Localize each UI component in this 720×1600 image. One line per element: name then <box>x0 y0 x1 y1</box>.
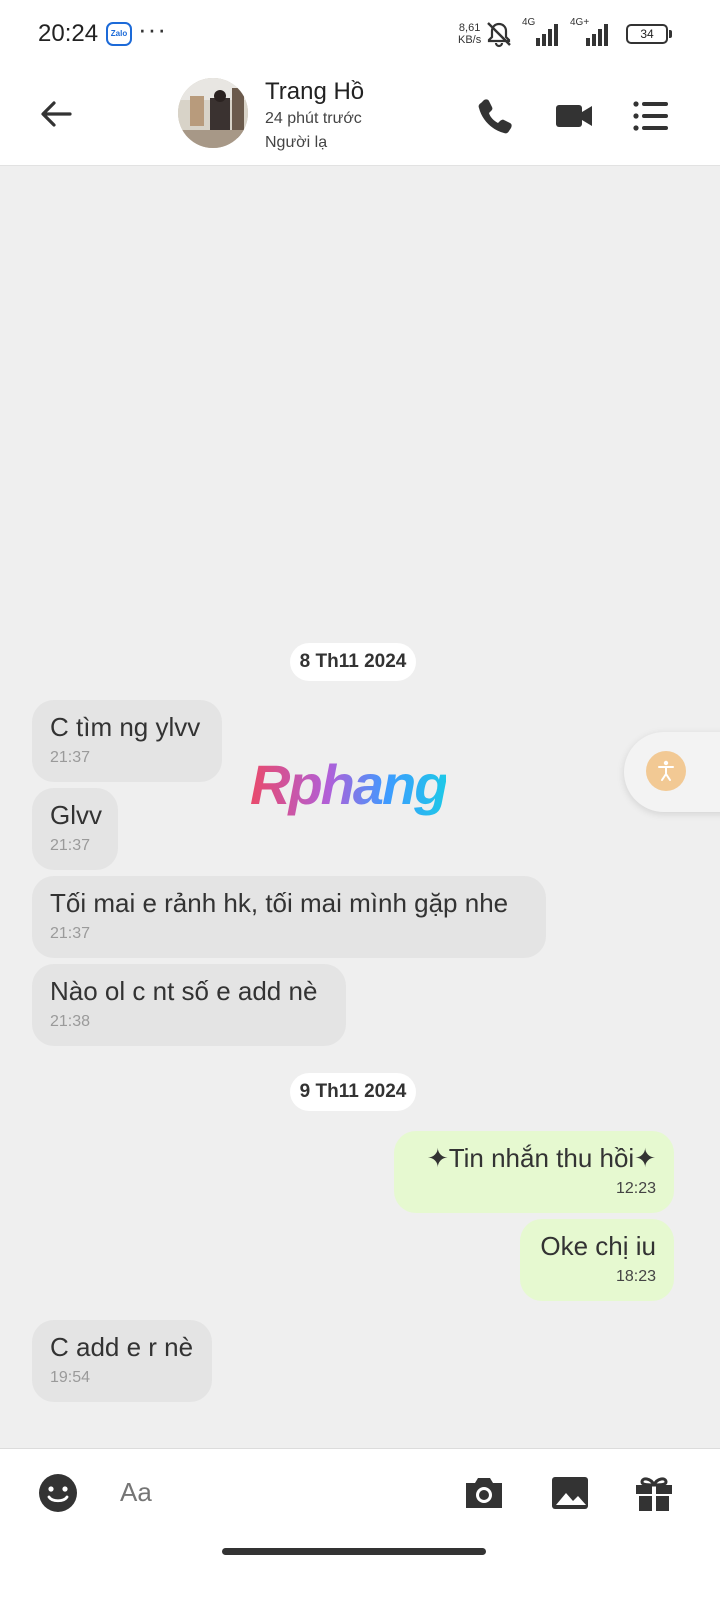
message-outgoing-recalled[interactable]: ✦Tin nhắn thu hồi✦ 12:23 <box>394 1131 674 1213</box>
video-call-icon[interactable] <box>552 94 596 138</box>
options-menu-icon[interactable] <box>628 94 672 138</box>
message-time: 12:23 <box>615 1180 656 1197</box>
zalo-app-icon: Zalo <box>106 22 132 46</box>
message-composer <box>0 1448 720 1600</box>
battery-icon: 34 <box>626 24 668 44</box>
message-time: 21:37 <box>50 749 91 766</box>
message-incoming[interactable]: Glvv 21:37 <box>32 788 118 870</box>
message-input[interactable] <box>120 1477 420 1508</box>
gift-icon[interactable] <box>632 1471 676 1515</box>
back-arrow-icon[interactable] <box>36 94 76 134</box>
last-seen: 24 phút trước <box>265 110 362 127</box>
message-text: Oke chị iu <box>540 1231 656 1261</box>
signal-sim2-icon: 4G+ <box>570 17 614 48</box>
signal-sim1-icon: 4G <box>522 17 562 48</box>
message-text: ✦Tin nhắn thu hồi✦ <box>426 1143 656 1173</box>
status-time: 20:24 <box>38 20 99 47</box>
message-time: 21:37 <box>50 925 91 942</box>
emoji-icon[interactable] <box>36 1471 80 1515</box>
watermark-logo: Rphang <box>250 753 448 816</box>
chat-header: Trang Hồ 24 phút trước Người lạ <box>0 66 720 166</box>
home-indicator[interactable] <box>222 1548 486 1555</box>
date-separator: 8 Th11 2024 <box>290 643 416 681</box>
message-text: Tối mai e rảnh hk, tối mai mình gặp nhe <box>50 888 509 918</box>
message-text: Nào ol c nt số e add nè <box>50 976 318 1006</box>
message-incoming[interactable]: Tối mai e rảnh hk, tối mai mình gặp nhe … <box>32 876 546 958</box>
message-incoming[interactable]: C add e r nè 19:54 <box>32 1320 212 1402</box>
relation-label: Người lạ <box>265 134 328 151</box>
status-bar: 20:24 Zalo ··· 8,61 KB/s 4G 4G+ 34 <box>0 0 720 66</box>
status-icons: 4G 4G+ <box>484 17 614 48</box>
message-incoming[interactable]: C tìm ng ylvv 21:37 <box>32 700 222 782</box>
message-time: 19:54 <box>50 1369 91 1386</box>
message-text: C tìm ng ylvv <box>50 712 201 742</box>
message-outgoing[interactable]: Oke chị iu 18:23 <box>520 1219 674 1301</box>
message-text: C add e r nè <box>50 1332 194 1362</box>
message-incoming[interactable]: Nào ol c nt số e add nè 21:38 <box>32 964 346 1046</box>
contact-avatar[interactable] <box>178 78 248 148</box>
more-notifications-icon: ··· <box>138 14 167 44</box>
message-text: Glvv <box>50 800 102 830</box>
accessibility-icon[interactable] <box>646 751 686 791</box>
date-separator: 9 Th11 2024 <box>290 1073 416 1111</box>
image-gallery-icon[interactable] <box>548 1471 592 1515</box>
network-speed: 8,61 KB/s <box>458 22 481 46</box>
message-time: 21:38 <box>50 1013 91 1030</box>
contact-name[interactable]: Trang Hồ <box>265 78 364 106</box>
network-speed-unit: KB/s <box>458 34 482 46</box>
phone-icon[interactable] <box>474 94 518 138</box>
mute-bell-icon <box>487 22 511 48</box>
message-time: 21:37 <box>50 837 91 854</box>
network-speed-value: 8,61 <box>458 22 481 34</box>
camera-icon[interactable] <box>462 1471 506 1515</box>
message-time: 18:23 <box>615 1268 656 1285</box>
battery-tip <box>669 30 672 38</box>
